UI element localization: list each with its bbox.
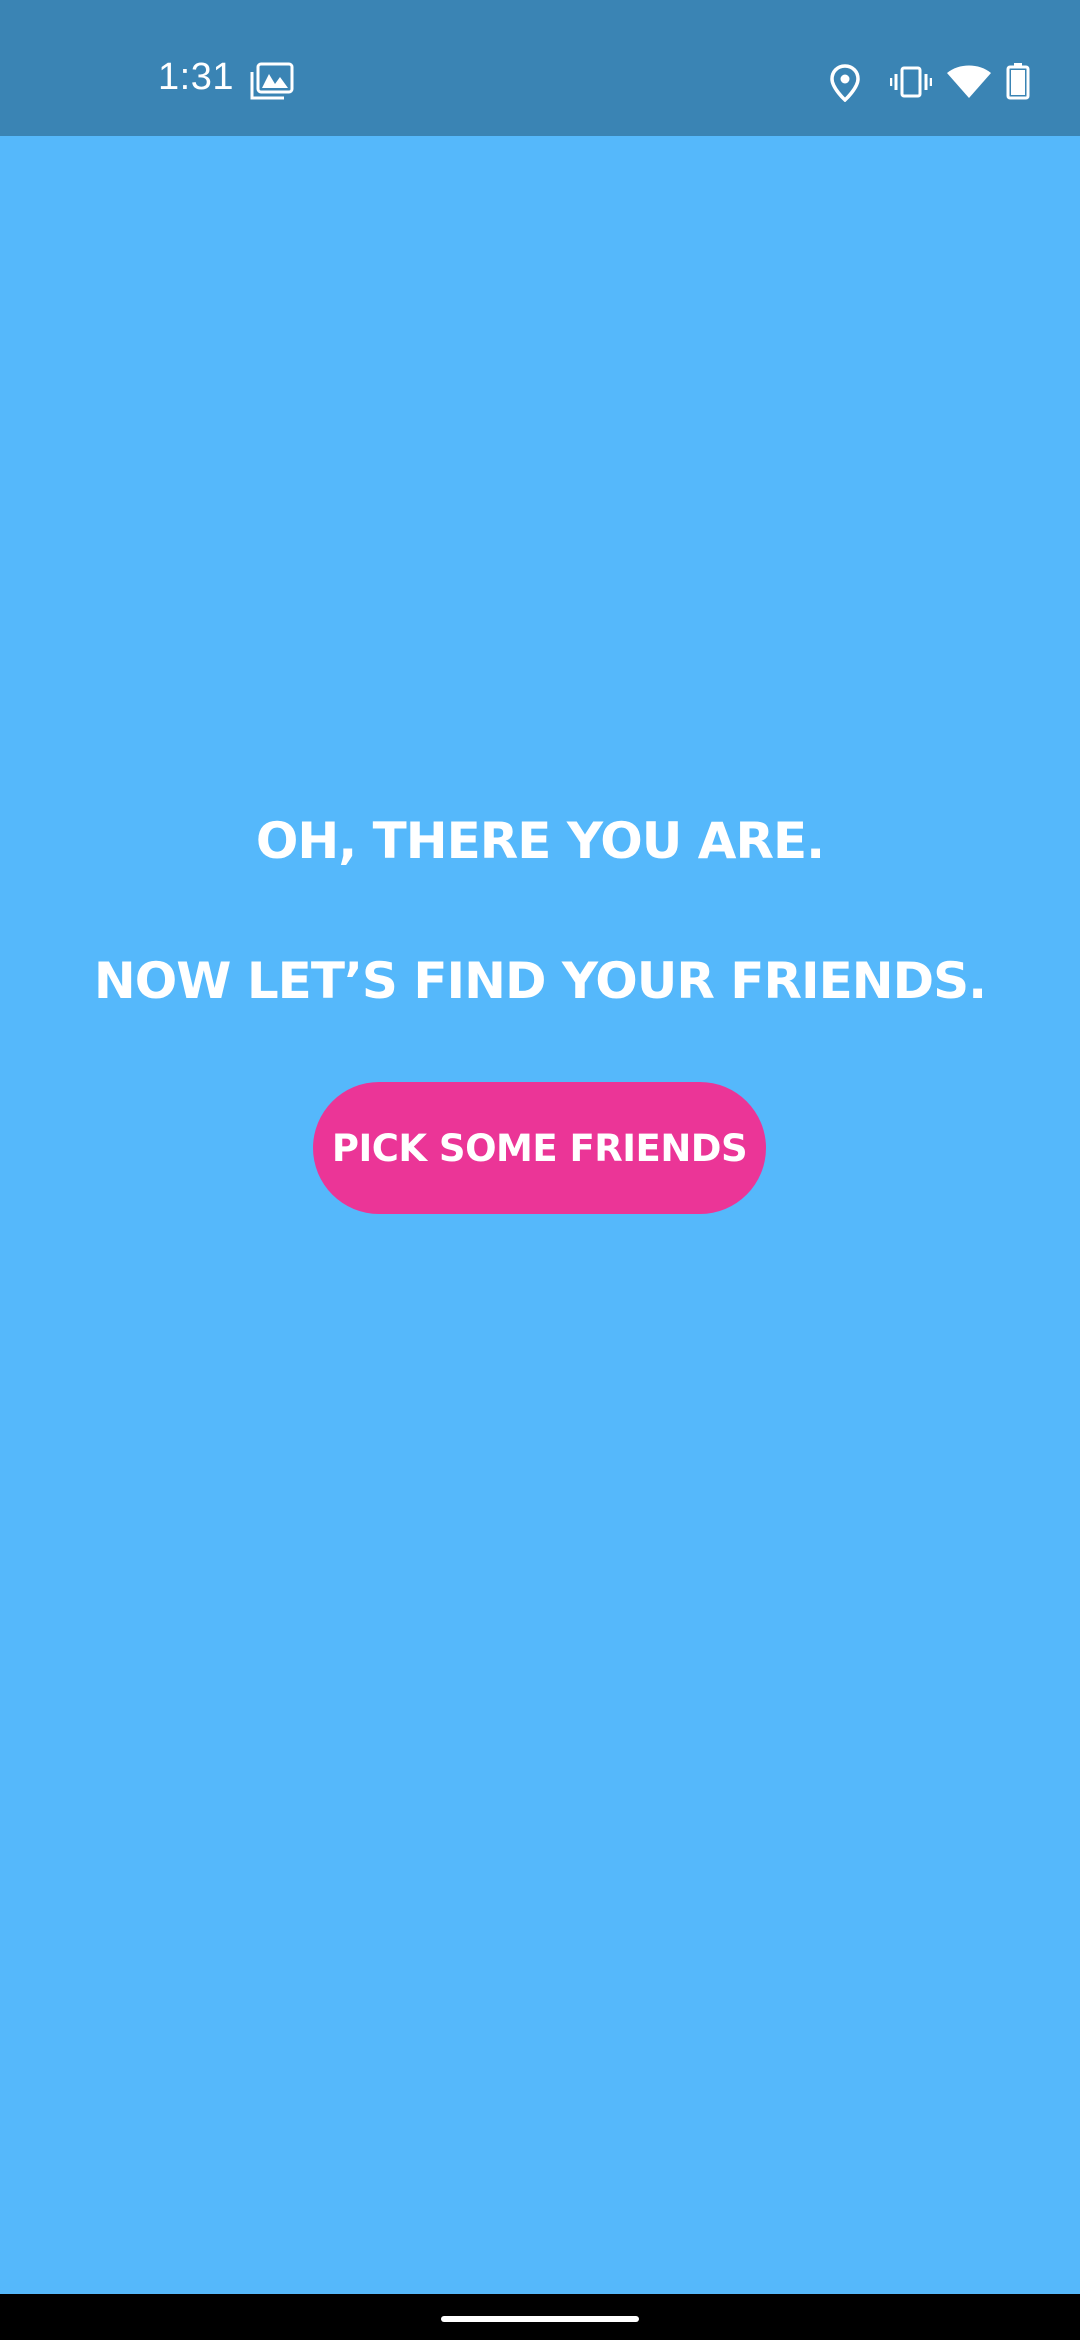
headline-greeting: OH, THERE YOU ARE. xyxy=(255,812,825,870)
headline-find-friends: NOW LET’S FIND YOUR FRIENDS. xyxy=(93,952,987,1010)
gallery-notification-icon xyxy=(250,62,294,100)
battery-icon xyxy=(1006,63,1030,100)
main-content: OH, THERE YOU ARE. NOW LET’S FIND YOUR F… xyxy=(0,136,1080,2294)
location-icon xyxy=(830,64,860,102)
pick-some-friends-button[interactable]: PICK SOME FRIENDS xyxy=(313,1082,766,1214)
home-handle[interactable] xyxy=(441,2316,639,2322)
wifi-icon xyxy=(947,65,991,98)
navigation-bar xyxy=(0,2294,1080,2340)
vibrate-icon xyxy=(890,66,932,98)
status-time: 1:31 xyxy=(158,56,234,98)
status-bar: 1:31 xyxy=(0,0,1080,136)
